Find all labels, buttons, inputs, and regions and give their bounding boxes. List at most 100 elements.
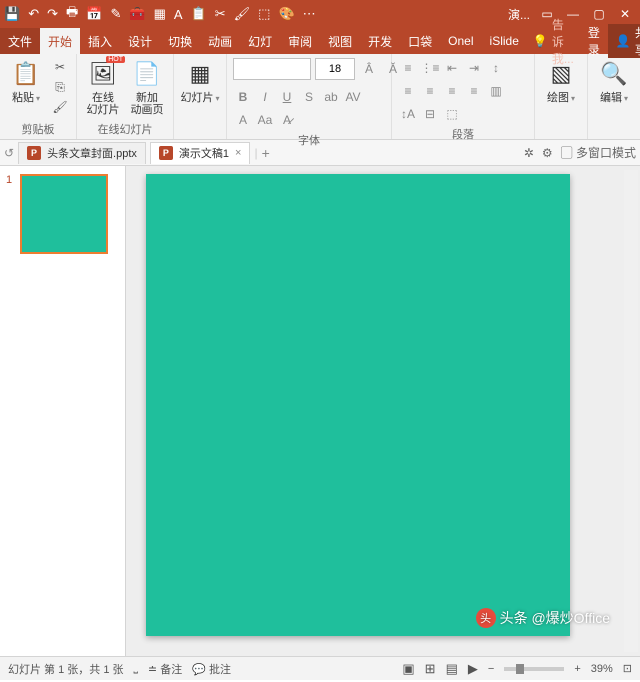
zoom-slider[interactable] — [504, 667, 564, 671]
save-icon[interactable]: 💾 — [4, 6, 20, 22]
align-center-icon[interactable]: ≡ — [420, 81, 440, 101]
tab-transitions[interactable]: 切换 — [160, 28, 200, 54]
clear-format-icon[interactable]: A̷ — [277, 110, 297, 130]
line-spacing-icon[interactable]: ↕ — [486, 58, 506, 78]
color-icon[interactable]: 🎨 — [278, 6, 294, 22]
zoom-out-icon[interactable]: − — [488, 663, 494, 675]
increase-font-icon[interactable]: Â — [359, 59, 379, 79]
cut-icon[interactable]: ✂ — [50, 58, 70, 76]
align-text-icon[interactable]: ⊟ — [420, 104, 440, 124]
bold-icon[interactable]: B — [233, 87, 253, 107]
strikethrough-icon[interactable]: S — [299, 87, 319, 107]
group-online-slides: 🖼 HOT 在线 幻灯片 📄 新加 动画页 在线幻灯片 — [77, 54, 174, 139]
print-icon[interactable]: 🖶 — [66, 3, 78, 25]
italic-icon[interactable]: I — [255, 87, 275, 107]
fit-window-icon[interactable]: ⊡ — [623, 662, 632, 675]
shape-icon[interactable]: ⬚ — [258, 6, 270, 22]
zoom-level[interactable]: 39% — [591, 663, 613, 675]
settings-gear-icon[interactable]: ✲ — [524, 146, 534, 160]
tab-view[interactable]: 视图 — [320, 28, 360, 54]
comments-button[interactable]: 💬 批注 — [192, 661, 231, 677]
drawing-button[interactable]: ▧ 绘图 — [541, 58, 581, 104]
smartart-icon[interactable]: ⬚ — [442, 104, 462, 124]
undo-icon[interactable]: ↶ — [28, 6, 39, 22]
thumbnail-preview — [20, 174, 108, 254]
new-animation-page-button[interactable]: 📄 新加 动画页 — [127, 58, 167, 116]
toolbox-icon[interactable]: 🧰 — [129, 6, 145, 22]
font-name-input[interactable] — [233, 58, 311, 80]
history-icon[interactable]: ↺ — [4, 146, 14, 160]
brush-icon[interactable]: 🖌 — [234, 6, 251, 22]
close-tab-icon[interactable]: × — [235, 147, 241, 159]
format-painter-icon[interactable]: ✂ — [215, 6, 226, 22]
multi-window-button[interactable]: ▢ 多窗口模式 — [561, 144, 636, 161]
new-tab-icon[interactable]: + — [262, 145, 270, 161]
underline-icon[interactable]: U — [277, 87, 297, 107]
text-shadow-icon[interactable]: ab — [321, 87, 341, 107]
slide-counter[interactable]: 幻灯片 第 1 张，共 1 张 — [8, 661, 124, 677]
align-right-icon[interactable]: ≡ — [442, 81, 462, 101]
normal-view-icon[interactable]: ▣ — [402, 661, 414, 677]
columns-icon[interactable]: ▥ — [486, 81, 506, 101]
share-button[interactable]: 👤共享 — [608, 24, 640, 58]
sorter-view-icon[interactable]: ⊞ — [425, 661, 436, 677]
online-slides-button[interactable]: 🖼 HOT 在线 幻灯片 — [83, 58, 123, 116]
doc-tab-title: 演示文稿1 — [179, 145, 229, 161]
reading-view-icon[interactable]: ▤ — [446, 661, 458, 677]
notes-button[interactable]: ≐ 备注 — [148, 661, 182, 677]
slide-content[interactable] — [146, 174, 570, 636]
format-painter-icon[interactable]: 🖌 — [50, 98, 70, 116]
indent-increase-icon[interactable]: ⇥ — [464, 58, 484, 78]
tab-insert[interactable]: 插入 — [80, 28, 120, 54]
redo-icon[interactable]: ↷ — [47, 6, 58, 22]
justify-icon[interactable]: ≡ — [464, 81, 484, 101]
vertical-scrollbar[interactable] — [624, 170, 638, 652]
slides-icon: ▦ — [184, 58, 216, 90]
editing-button[interactable]: 🔍 编辑 — [594, 58, 634, 104]
numbering-icon[interactable]: ⋮≡ — [420, 58, 440, 78]
tab-home[interactable]: 开始 — [40, 28, 80, 54]
tab-islide[interactable]: iSlide — [482, 28, 527, 54]
maximize-icon[interactable]: ▢ — [588, 4, 610, 24]
powerpoint-icon: P — [27, 146, 41, 160]
slides-button[interactable]: ▦ 幻灯片 — [180, 58, 220, 104]
settings-cog-icon[interactable]: ⚙ — [542, 146, 553, 160]
tab-onekey[interactable]: Onel — [440, 28, 481, 54]
tab-developer[interactable]: 开发 — [360, 28, 400, 54]
close-icon[interactable]: ✕ — [614, 4, 636, 24]
character-spacing-icon[interactable]: AV — [343, 87, 363, 107]
doc-tab-1[interactable]: P 头条文章封面.pptx — [18, 142, 146, 164]
text-direction-icon[interactable]: ↕A — [398, 104, 418, 124]
doc-tab-2[interactable]: P 演示文稿1 × — [150, 142, 251, 164]
font-a-icon[interactable]: A — [174, 7, 183, 22]
tab-design[interactable]: 设计 — [120, 28, 160, 54]
align-left-icon[interactable]: ≡ — [398, 81, 418, 101]
bullets-icon[interactable]: ≡ — [398, 58, 418, 78]
font-color-icon[interactable]: A — [233, 110, 253, 130]
paste-icon: 📋 — [10, 58, 42, 90]
paste-button[interactable]: 📋 粘贴 — [6, 58, 46, 104]
group-editing: 🔍 编辑 — [588, 54, 640, 139]
more-icon[interactable]: ⋯ — [303, 6, 316, 22]
calendar-icon[interactable]: 📅 — [86, 6, 102, 22]
group-font: Â Ă B I U S ab AV A Aa A̷ 字体 — [227, 54, 392, 139]
grid-icon[interactable]: ▦ — [154, 6, 166, 22]
powerpoint-icon: P — [159, 146, 173, 160]
spellcheck-icon[interactable]: ⎵ — [134, 662, 138, 675]
font-size-input[interactable] — [315, 58, 355, 80]
tab-slideshow[interactable]: 幻灯 — [240, 28, 280, 54]
clipboard-icon[interactable]: 📋 — [191, 6, 207, 22]
slideshow-view-icon[interactable]: ▶ — [468, 661, 478, 677]
copy-icon[interactable]: ⎘ — [50, 78, 70, 96]
tab-review[interactable]: 审阅 — [280, 28, 320, 54]
login-button[interactable]: 登录 — [580, 24, 608, 58]
change-case-icon[interactable]: Aa — [255, 110, 275, 130]
tab-file[interactable]: 文件 — [0, 28, 40, 54]
indent-decrease-icon[interactable]: ⇤ — [442, 58, 462, 78]
tab-animations[interactable]: 动画 — [200, 28, 240, 54]
tab-pocket[interactable]: 口袋 — [400, 28, 440, 54]
slide-canvas[interactable]: 头 头条 @爆炒Office — [126, 166, 640, 656]
pen-icon[interactable]: ✎ — [110, 6, 121, 22]
slide-thumbnail-1[interactable]: 1 — [6, 174, 119, 254]
zoom-in-icon[interactable]: + — [574, 663, 580, 675]
